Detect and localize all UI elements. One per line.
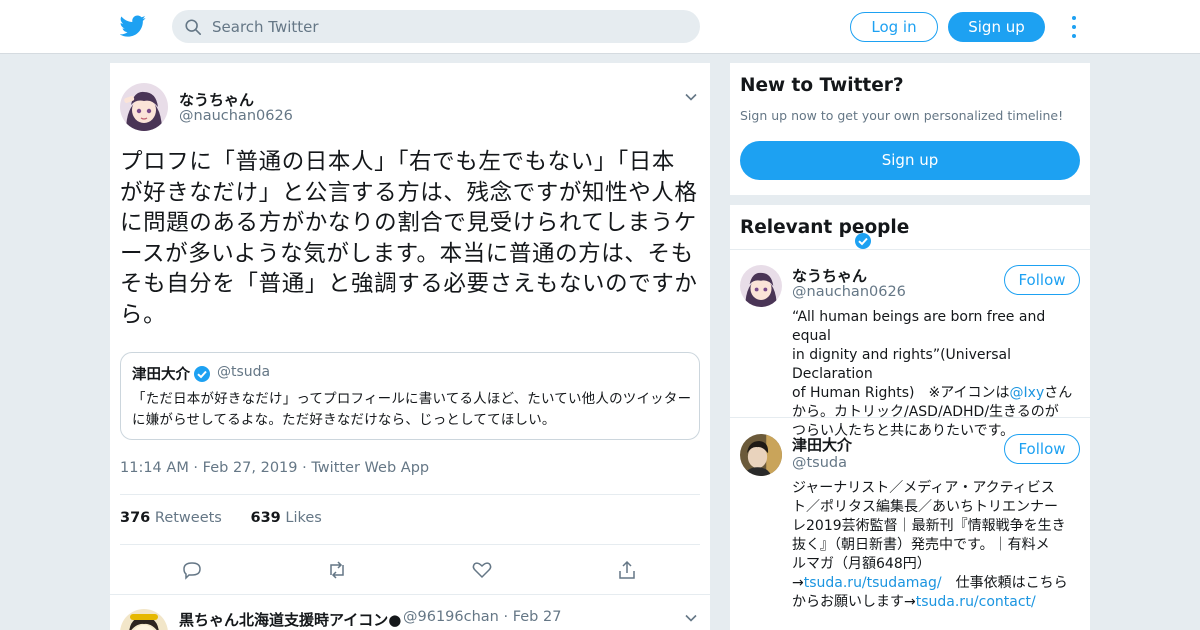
bio-text: of Human Rights) ※アイコンは: [792, 385, 1010, 401]
bio-link[interactable]: tsuda.ru/tsudamag/: [804, 575, 942, 591]
tweet-metadata: 11:14 AM · Feb 27, 2019 · Twitter Web Ap…: [120, 460, 430, 476]
divider: [730, 249, 1090, 250]
bio-text: →: [792, 575, 804, 591]
person-name[interactable]: 津田大介: [792, 434, 852, 455]
signup-panel-button[interactable]: Sign up: [740, 141, 1080, 180]
avatar[interactable]: [120, 609, 168, 630]
likes-stat[interactable]: 639 Likes: [250, 510, 321, 526]
bio-line: →tsuda.ru/tsudamag/ 仕事依頼はこちら: [792, 574, 1082, 593]
share-icon[interactable]: [616, 559, 638, 581]
quoted-tweet-text: 「ただ日本が好きなだけ」ってプロフィールに書いてる人ほど、たいてい他人のツイッタ…: [132, 391, 692, 428]
signup-panel-title: New to Twitter?: [740, 75, 904, 96]
avatar[interactable]: [740, 265, 782, 307]
signup-panel: New to Twitter? Sign up now to get your …: [730, 63, 1090, 195]
tweet-actions: [120, 557, 700, 585]
quoted-author-name: 津田大介: [132, 367, 190, 383]
bio-line: 抜く』（朝日新書）発売中です。｜有料メ: [792, 537, 1050, 553]
reply-date[interactable]: Feb 27: [513, 609, 562, 625]
avatar-image: [740, 434, 782, 476]
tweet-author-name[interactable]: なうちゃん: [179, 89, 254, 110]
like-heart-icon[interactable]: [471, 559, 493, 581]
tweet-date[interactable]: Feb 27, 2019: [203, 460, 298, 476]
retweets-label: Retweets: [154, 510, 222, 526]
quoted-tweet[interactable]: 津田大介 @tsuda 「ただ日本が好きなだけ」ってプロフィールに書いてる人ほど…: [120, 352, 700, 440]
avatar[interactable]: [120, 83, 168, 131]
twitter-bird-icon[interactable]: [120, 13, 146, 39]
bio-line: in dignity and rights”(Universal Declara…: [792, 347, 1011, 382]
divider: [120, 494, 700, 495]
bio-line: からお願いします→tsuda.ru/contact/: [792, 593, 1082, 612]
follow-button[interactable]: Follow: [1004, 265, 1080, 295]
reply-author-name[interactable]: 黒ちゃん北海道支援時アイコン●: [179, 609, 401, 630]
likes-count: 639: [250, 510, 281, 526]
bio-text: さん: [1044, 385, 1073, 401]
person-name[interactable]: なうちゃん: [792, 265, 867, 286]
likes-label: Likes: [285, 510, 322, 526]
quoted-author-handle: @tsuda: [217, 364, 271, 380]
bio-mention-link[interactable]: @Ixy: [1010, 385, 1045, 401]
retweets-count: 376: [120, 510, 151, 526]
follow-button[interactable]: Follow: [1004, 434, 1080, 464]
person-handle[interactable]: @nauchan0626: [792, 284, 906, 300]
person-handle[interactable]: @tsuda: [792, 455, 847, 471]
avatar[interactable]: [740, 434, 782, 476]
search-box[interactable]: [172, 10, 700, 43]
signup-button[interactable]: Sign up: [948, 12, 1045, 42]
avatar-image: [740, 265, 782, 307]
bio-link[interactable]: tsuda.ru/contact/: [916, 594, 1036, 610]
login-button[interactable]: Log in: [850, 12, 938, 42]
divider: [120, 544, 700, 545]
top-navigation-bar: Log in Sign up: [0, 0, 1200, 54]
retweets-stat[interactable]: 376 Retweets: [120, 510, 222, 526]
reply-author-handle[interactable]: @96196chan: [403, 609, 499, 625]
relevant-people-panel: Relevant people なうちゃん @nauchan0626 Follo…: [730, 205, 1090, 630]
search-icon: [185, 19, 202, 36]
tweet-column: なうちゃん @nauchan0626 プロフに「普通の日本人」「右でも左でもない…: [110, 63, 710, 630]
avatar-image: [120, 83, 168, 131]
tweet-source[interactable]: Twitter Web App: [311, 460, 429, 476]
bio-line: レ2019芸術監督｜最新刊『情報戦争を生き: [792, 518, 1066, 534]
avatar-image: [120, 609, 168, 630]
signup-panel-subtitle: Sign up now to get your own personalized…: [740, 108, 1064, 123]
chevron-down-icon[interactable]: [684, 611, 698, 625]
tweet-author-handle[interactable]: @nauchan0626: [179, 108, 293, 124]
tweet-time[interactable]: 11:14 AM: [120, 460, 189, 476]
bio-line: ジャーナリスト／メディア・アクティビス: [792, 480, 1055, 496]
bio-line: of Human Rights) ※アイコンは@Ixyさん: [792, 384, 1082, 403]
bio-line: “All human beings are born free and equa…: [792, 309, 1046, 344]
bio-line: ト／ポリタス編集長／あいちトリエンナー: [792, 499, 1058, 515]
person-bio: ジャーナリスト／メディア・アクティビス ト／ポリタス編集長／あいちトリエンナー …: [792, 479, 1082, 612]
tweet-text: プロフに「普通の日本人」「右でも左でもない」「日本が好きなだけ」と公言する方は、…: [120, 149, 698, 328]
divider: [730, 417, 1090, 418]
bio-text: 仕事依頼はこちら: [941, 575, 1068, 591]
verified-badge-icon: [194, 366, 210, 382]
bio-line: から。カトリック/ASD/ADHD/生きるのが: [792, 404, 1059, 420]
verified-badge-icon: [855, 233, 871, 249]
reply-meta: @96196chan · Feb 27: [403, 609, 562, 625]
search-input[interactable]: [212, 10, 682, 43]
chevron-down-icon[interactable]: [684, 90, 698, 104]
reply-tweet[interactable]: 黒ちゃん北海道支援時アイコン● @96196chan · Feb 27: [110, 594, 710, 630]
tweet-stats: 376 Retweets 639 Likes: [120, 510, 322, 526]
bio-line: ルマガ（月額648円）: [792, 556, 931, 572]
more-vertical-icon[interactable]: [1068, 14, 1080, 40]
reply-icon[interactable]: [181, 559, 203, 581]
retweet-icon[interactable]: [326, 559, 348, 581]
bio-text: からお願いします→: [792, 594, 916, 610]
relevant-people-title: Relevant people: [740, 217, 910, 238]
person-bio: “All human beings are born free and equa…: [792, 308, 1082, 441]
